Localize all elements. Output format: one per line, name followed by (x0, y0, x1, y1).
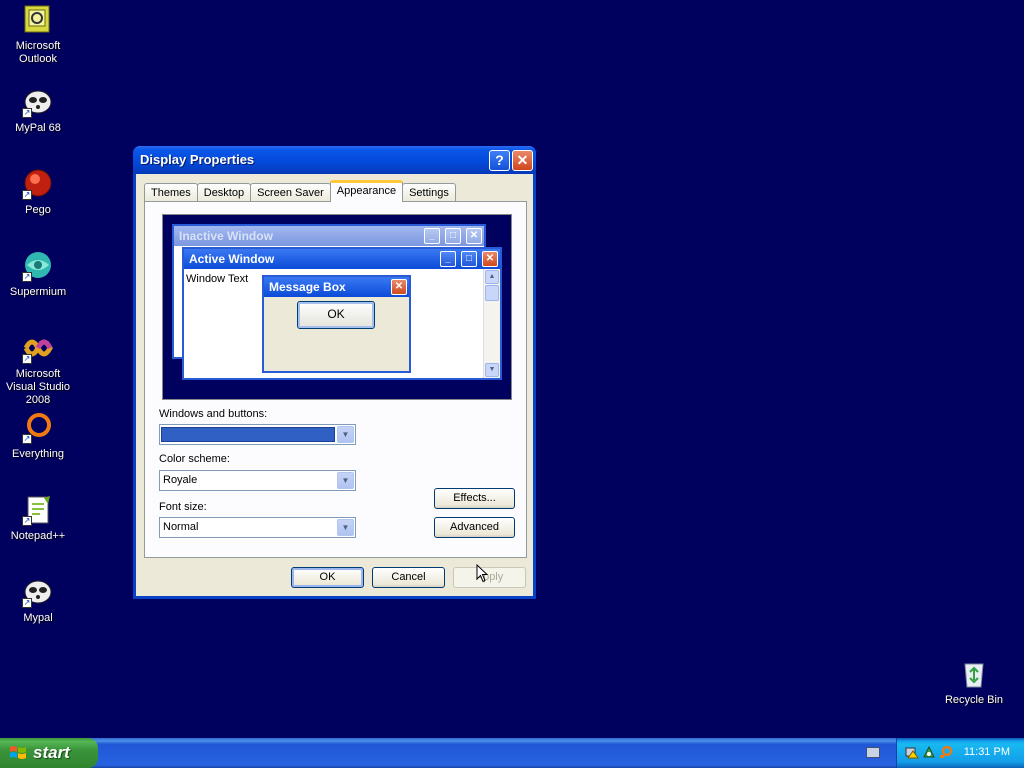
shortcut-arrow-icon: ↗ (22, 598, 32, 608)
preview-active-title-text: Active Window (189, 252, 275, 266)
visual-studio-icon: ↗ (22, 332, 54, 364)
tab-strip: Themes Desktop Screen Saver Appearance S… (144, 180, 456, 202)
desktop-icon-mypal-68[interactable]: ↗ MyPal 68 (0, 86, 76, 135)
shortcut-arrow-icon: ↗ (22, 354, 32, 364)
mypal-icon: ↗ (22, 86, 54, 118)
outlook-icon (22, 4, 54, 36)
mypal-icon: ↗ (22, 576, 54, 608)
color-scheme-select[interactable]: Royale ▼ (159, 470, 356, 491)
desktop-icon-label: Notepad++ (10, 530, 66, 542)
help-button[interactable]: ? (489, 150, 510, 171)
tab-themes[interactable]: Themes (144, 183, 198, 202)
minimize-icon: _ (424, 228, 440, 244)
appearance-panel: Inactive Window _ □ ✕ Active Window _ □ … (144, 201, 527, 558)
preview-message-title: Message Box ✕ (264, 277, 409, 297)
preview-message-title-text: Message Box (269, 280, 346, 294)
desktop-icon-label: Supermium (9, 286, 67, 298)
recycle-bin-icon (958, 658, 990, 690)
font-size-select[interactable]: Normal ▼ (159, 517, 356, 538)
everything-icon: ↗ (22, 412, 54, 444)
color-scheme-label: Color scheme: (159, 453, 230, 465)
scroll-thumb (485, 285, 499, 301)
font-size-value: Normal (163, 521, 199, 533)
shortcut-arrow-icon: ↗ (22, 516, 32, 526)
close-icon: ✕ (466, 228, 482, 244)
desktop-icon-visual-studio[interactable]: ↗ Microsoft Visual Studio 2008 (0, 332, 76, 407)
chevron-down-icon[interactable]: ▼ (337, 472, 354, 489)
minimize-icon: _ (440, 251, 456, 267)
system-tray: 11:31 PM (896, 738, 1024, 768)
keyboard-language-icon[interactable] (866, 747, 880, 758)
start-button[interactable]: start (0, 738, 98, 768)
window-title: Display Properties (140, 152, 255, 167)
scroll-up-icon: ▲ (485, 270, 499, 284)
preview-window-text: Window Text (186, 273, 249, 285)
preview-message-box: Message Box ✕ OK (262, 275, 411, 373)
windows-and-buttons-label: Windows and buttons: (159, 408, 268, 420)
font-size-label: Font size: (159, 501, 207, 513)
desktop-icon-recycle-bin[interactable]: Recycle Bin (936, 658, 1012, 707)
desktop-icon-mypal[interactable]: ↗ Mypal (0, 576, 76, 625)
shortcut-arrow-icon: ↗ (22, 434, 32, 444)
desktop-icon-label: Microsoft Outlook (15, 40, 61, 65)
apply-button[interactable]: Apply (453, 567, 526, 588)
tab-screen-saver[interactable]: Screen Saver (250, 183, 331, 202)
supermium-icon: ↗ (22, 250, 54, 282)
windows-and-buttons-select[interactable]: ▼ (159, 424, 356, 445)
notepadpp-icon: ↗ (22, 494, 54, 526)
shortcut-arrow-icon: ↗ (22, 190, 32, 200)
close-icon: ✕ (391, 279, 407, 295)
preview-inactive-title-text: Inactive Window (179, 229, 273, 243)
desktop-icon-outlook[interactable]: Microsoft Outlook (0, 4, 76, 66)
display-properties-window: Display Properties ? ✕ Themes Desktop Sc… (133, 146, 536, 599)
desktop-icon-pego[interactable]: ↗ Pego (0, 168, 76, 217)
style-swatch (161, 427, 335, 442)
search-icon[interactable] (939, 745, 953, 759)
desktop-icon-label: MyPal 68 (15, 122, 61, 134)
color-scheme-value: Royale (163, 474, 198, 486)
shortcut-arrow-icon: ↗ (22, 108, 32, 118)
pego-icon: ↗ (22, 168, 54, 200)
mouse-cursor-icon (476, 564, 488, 583)
desktop-icon-everything[interactable]: ↗ Everything (0, 412, 76, 461)
desktop-icon-notepadpp[interactable]: ↗ Notepad++ (0, 494, 76, 543)
preview-ok-button: OK (297, 301, 375, 329)
scroll-down-icon: ▼ (485, 363, 499, 377)
desktop-icon-label: Mypal (23, 612, 53, 624)
tab-settings[interactable]: Settings (402, 183, 456, 202)
cancel-button[interactable]: Cancel (372, 567, 445, 588)
ok-button[interactable]: OK (291, 567, 364, 588)
tab-appearance[interactable]: Appearance (329, 180, 404, 202)
preview-scrollbar: ▲ ▼ (483, 269, 500, 378)
preview-active-title: Active Window _ □ ✕ (184, 249, 500, 269)
effects-button[interactable]: Effects... (434, 488, 515, 509)
shortcut-arrow-icon: ↗ (22, 272, 32, 282)
start-label: start (33, 743, 70, 762)
desktop-icon-label: Pego (25, 204, 51, 216)
maximize-icon: □ (445, 228, 461, 244)
desktop-icon-label: Recycle Bin (944, 694, 1004, 706)
windows-logo-icon (10, 746, 26, 759)
desktop-icon-supermium[interactable]: ↗ Supermium (0, 250, 76, 299)
maximize-icon: □ (461, 251, 477, 267)
close-button[interactable]: ✕ (512, 150, 533, 171)
preview-inactive-title: Inactive Window _ □ ✕ (174, 226, 484, 246)
close-icon: ✕ (482, 251, 498, 267)
window-titlebar[interactable]: Display Properties ? ✕ (133, 146, 536, 174)
chevron-down-icon[interactable]: ▼ (337, 519, 354, 536)
security-warning-icon[interactable] (905, 745, 919, 759)
network-icon[interactable] (922, 745, 936, 759)
taskbar: start 11:31 PM (0, 738, 1024, 768)
clock[interactable]: 11:31 PM (964, 746, 1010, 758)
appearance-preview: Inactive Window _ □ ✕ Active Window _ □ … (162, 214, 512, 400)
tab-desktop[interactable]: Desktop (196, 183, 252, 202)
desktop-icon-label: Microsoft Visual Studio 2008 (5, 368, 70, 406)
chevron-down-icon[interactable]: ▼ (337, 426, 354, 443)
advanced-button[interactable]: Advanced (434, 517, 515, 538)
desktop-icon-label: Everything (12, 448, 64, 460)
